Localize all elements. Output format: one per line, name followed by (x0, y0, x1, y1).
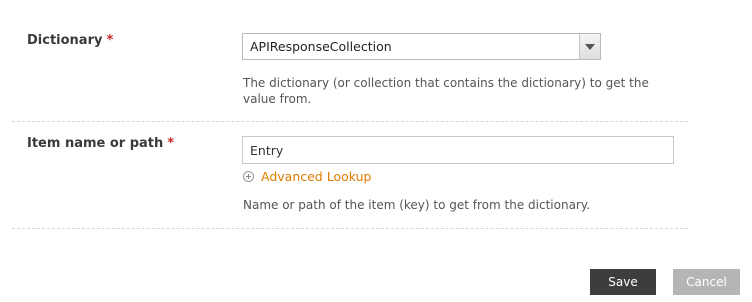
required-marker: * (167, 136, 175, 151)
dictionary-help-line1: The dictionary (or collection that conta… (243, 76, 649, 90)
advanced-lookup-link[interactable]: Advanced Lookup (243, 168, 371, 184)
section-divider (12, 228, 688, 229)
advanced-lookup-label: Advanced Lookup (261, 168, 372, 184)
dictionary-help: The dictionary (or collection that conta… (243, 75, 649, 107)
required-marker: * (106, 33, 114, 48)
dictionary-select-value: APIResponseCollection (250, 39, 392, 54)
item-name-help: Name or path of the item (key) to get fr… (243, 198, 591, 212)
dictionary-label-text: Dictionary (27, 33, 103, 48)
save-button[interactable]: Save (590, 269, 656, 295)
item-name-input-value: Entry (250, 143, 284, 158)
plus-circle-icon (243, 170, 254, 182)
item-name-label-text: Item name or path (27, 136, 164, 151)
dictionary-label: Dictionary * (27, 33, 113, 48)
dropdown-toggle[interactable] (579, 34, 600, 59)
dictionary-help-line2: value from. (243, 92, 312, 106)
dictionary-select[interactable]: APIResponseCollection (242, 33, 601, 60)
item-name-label: Item name or path * (27, 136, 174, 151)
chevron-down-icon (585, 43, 595, 50)
section-divider (12, 121, 688, 122)
item-name-input[interactable]: Entry (242, 136, 674, 164)
cancel-button[interactable]: Cancel (673, 269, 740, 295)
